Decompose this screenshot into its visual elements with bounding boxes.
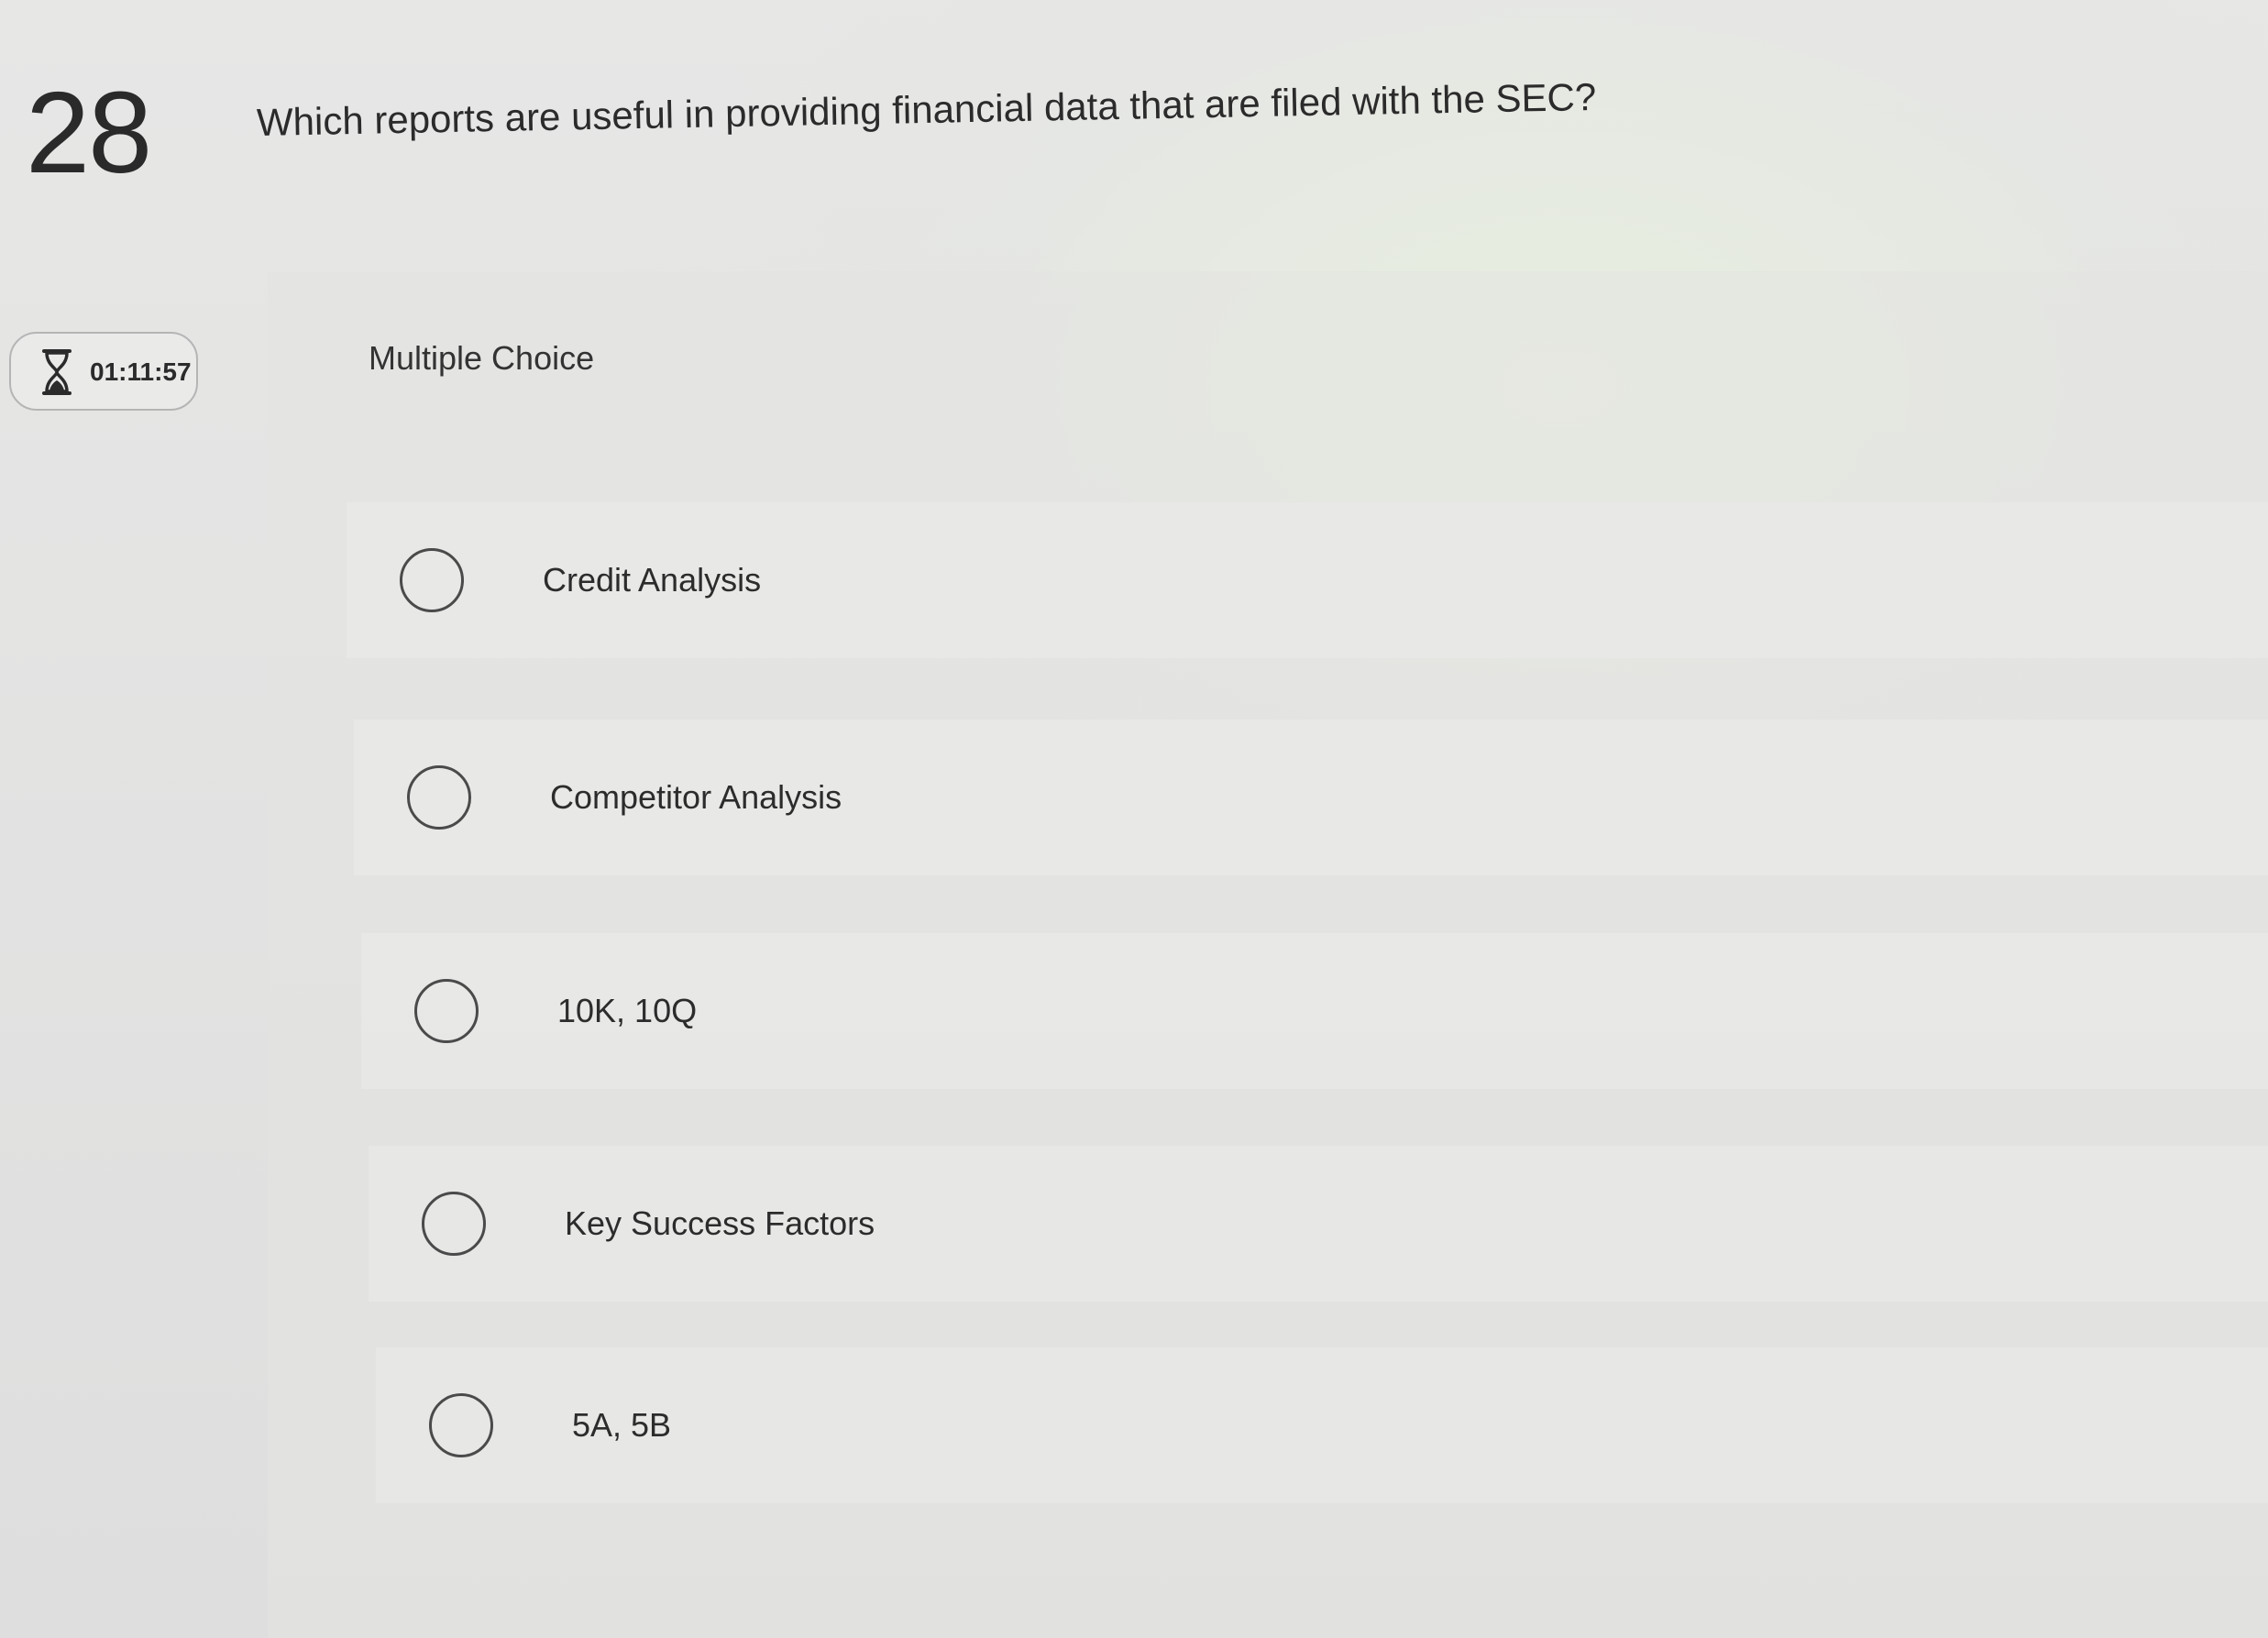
hourglass-icon xyxy=(42,349,72,395)
answer-option-3[interactable]: 10K, 10Q xyxy=(361,933,2268,1089)
radio-button[interactable] xyxy=(429,1393,493,1457)
option-label: Key Success Factors xyxy=(565,1204,875,1242)
answer-option-2[interactable]: Competitor Analysis xyxy=(354,720,2268,875)
question-number: 28 xyxy=(26,68,152,197)
radio-button[interactable] xyxy=(422,1192,486,1256)
question-text: Which reports are useful in providing fi… xyxy=(256,74,1597,144)
answer-option-1[interactable]: Credit Analysis xyxy=(347,502,2268,658)
radio-button[interactable] xyxy=(414,979,479,1043)
option-label: 10K, 10Q xyxy=(557,992,698,1029)
option-label: Credit Analysis xyxy=(543,561,762,599)
question-type-label: Multiple Choice xyxy=(369,339,595,377)
radio-button[interactable] xyxy=(407,765,471,830)
timer-value: 01:11:57 xyxy=(90,357,192,386)
answer-option-4[interactable]: Key Success Factors xyxy=(369,1146,2268,1302)
answer-option-5[interactable]: 5A, 5B xyxy=(376,1347,2268,1503)
timer[interactable]: 01:11:57 xyxy=(9,332,198,411)
radio-button[interactable] xyxy=(400,548,464,612)
option-label: Competitor Analysis xyxy=(550,778,842,816)
option-label: 5A, 5B xyxy=(572,1406,672,1444)
